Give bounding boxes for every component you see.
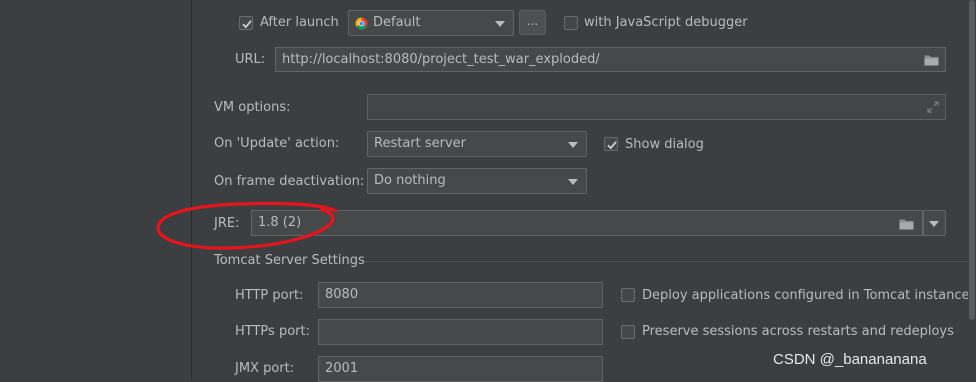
folder-icon[interactable]: [899, 218, 914, 234]
browser-select-value: Default: [373, 15, 421, 30]
run-configuration-panel: After launch Default ... with JavaScript…: [192, 0, 976, 382]
show-dialog-checkbox[interactable]: [604, 137, 618, 151]
left-panel: [0, 0, 192, 379]
url-label: URL:: [235, 52, 266, 67]
deploy-apps-label: Deploy applications configured in Tomcat…: [642, 288, 970, 303]
section-divider: [364, 261, 976, 262]
chevron-down-icon: [568, 142, 578, 148]
csdn-watermark: CSDN @_banananana: [773, 351, 927, 368]
http-port-field[interactable]: 8080: [318, 282, 603, 308]
js-debugger-label: with JavaScript debugger: [584, 15, 748, 30]
jmx-port-value: 2001: [325, 361, 359, 376]
scrollbar[interactable]: [968, 0, 976, 379]
url-field[interactable]: http://localhost:8080/project_test_war_e…: [275, 47, 946, 72]
chevron-down-icon: [929, 221, 939, 227]
browser-select[interactable]: Default: [348, 10, 514, 36]
checkmark-icon: [607, 141, 617, 150]
url-value: http://localhost:8080/project_test_war_e…: [282, 52, 600, 67]
deploy-apps-checkbox[interactable]: [621, 288, 635, 302]
http-port-label: HTTP port:: [235, 288, 304, 303]
jmx-port-label: JMX port:: [235, 361, 295, 376]
scrollbar-thumb[interactable]: [969, 0, 975, 320]
vm-options-label: VM options:: [214, 100, 291, 115]
jre-dropdown-button[interactable]: [923, 210, 946, 236]
frame-deactivation-label: On frame deactivation:: [214, 174, 365, 189]
chevron-down-icon: [495, 21, 505, 27]
red-circle-annotation: [156, 201, 338, 250]
show-dialog-label: Show dialog: [625, 137, 704, 152]
update-action-value: Restart server: [374, 136, 467, 151]
chrome-icon: [355, 17, 368, 30]
frame-deactivation-select[interactable]: Do nothing: [367, 168, 587, 194]
update-action-select[interactable]: Restart server: [367, 131, 587, 157]
after-launch-label: After launch: [260, 15, 339, 30]
preserve-sessions-label: Preserve sessions across restarts and re…: [642, 324, 954, 339]
browser-more-button[interactable]: ...: [519, 10, 546, 35]
jre-field[interactable]: 1.8 (2): [251, 210, 923, 236]
jmx-port-field[interactable]: 2001: [318, 356, 603, 382]
expand-icon[interactable]: [927, 101, 939, 117]
vm-options-field[interactable]: [367, 94, 946, 120]
js-debugger-checkbox[interactable]: [564, 16, 578, 30]
folder-icon[interactable]: [924, 54, 939, 70]
http-port-value: 8080: [325, 287, 359, 302]
preserve-sessions-checkbox[interactable]: [621, 325, 635, 339]
frame-deactivation-value: Do nothing: [374, 173, 446, 188]
https-port-label: HTTPs port:: [235, 324, 310, 339]
update-action-label: On 'Update' action:: [214, 136, 340, 151]
chevron-down-icon: [568, 179, 578, 185]
checkmark-icon: [242, 20, 252, 29]
after-launch-checkbox[interactable]: [239, 16, 253, 30]
https-port-field[interactable]: [318, 319, 603, 345]
